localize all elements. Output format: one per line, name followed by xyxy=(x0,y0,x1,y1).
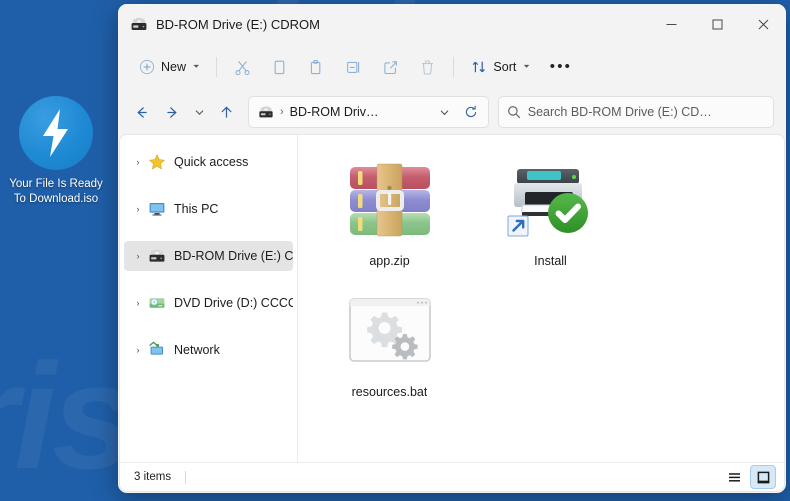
sort-button-label: Sort xyxy=(493,60,517,74)
command-toolbar: New ⏷ Sort ⏷ ••• xyxy=(118,44,786,90)
new-button-label: New xyxy=(161,60,187,74)
share-button[interactable] xyxy=(373,51,408,83)
recent-locations-button[interactable] xyxy=(188,97,210,127)
file-item-app-zip[interactable]: app.zip xyxy=(312,149,467,274)
back-button[interactable] xyxy=(126,97,156,127)
copy-icon xyxy=(275,60,285,74)
details-view-button[interactable] xyxy=(721,465,747,489)
rename-icon xyxy=(347,61,360,73)
desktop: risk.com risk.com risk.com Your File Is … xyxy=(0,0,790,501)
file-explorer-window: BD-ROM Drive (E:) CDROM New ⏷ Sort ⏷ •••… xyxy=(118,4,786,493)
share-icon xyxy=(384,60,398,74)
desktop-icon-iso-file[interactable]: Your File Is Ready To Download.iso xyxy=(6,96,106,207)
file-item-install[interactable]: Install xyxy=(473,149,628,274)
trash-icon xyxy=(422,59,434,75)
bd-rom-drive-icon xyxy=(149,249,165,262)
sort-arrows-icon xyxy=(473,61,486,73)
sidebar-item-label: This PC xyxy=(174,202,219,216)
address-bar[interactable]: › BD-ROM Driv… xyxy=(248,96,489,128)
window-body: › Quick access › This PC › BD-ROM Drive … xyxy=(119,134,785,462)
window-title: BD-ROM Drive (E:) CDROM xyxy=(156,16,320,32)
file-list-pane[interactable]: app.zip Install resources.bat xyxy=(298,135,784,462)
lightning-bolt-icon xyxy=(19,96,93,170)
paste-button[interactable] xyxy=(299,51,334,83)
file-item-label: app.zip xyxy=(369,254,410,268)
printer-shortcut-verified-icon xyxy=(503,157,599,247)
toolbar-divider-2 xyxy=(453,57,455,77)
sidebar-item-quick-access[interactable]: › Quick access xyxy=(124,147,293,177)
close-button[interactable] xyxy=(740,4,786,44)
chevron-down-icon: ⏷ xyxy=(193,62,200,71)
sidebar-item-bd-rom-drive[interactable]: › BD-ROM Drive (E:) C xyxy=(124,241,293,271)
navigation-pane: › Quick access › This PC › BD-ROM Drive … xyxy=(120,135,298,462)
chevron-right-icon: › xyxy=(136,298,140,308)
chevron-right-icon: › xyxy=(136,345,140,355)
item-count-label: 3 items xyxy=(134,471,172,483)
desktop-icon-label: Your File Is Ready To Download.iso xyxy=(9,178,103,205)
chevron-right-icon: › xyxy=(136,251,140,261)
address-bar-row: › BD-ROM Driv… Search BD-ROM Drive (E:) … xyxy=(118,90,786,134)
file-grid: app.zip Install resources.bat xyxy=(312,149,784,405)
sidebar-item-label: Quick access xyxy=(174,155,249,169)
sidebar-item-label: BD-ROM Drive (E:) C xyxy=(174,249,293,263)
file-item-resources-bat[interactable]: resources.bat xyxy=(312,280,467,405)
search-placeholder: Search BD-ROM Drive (E:) CD… xyxy=(527,105,712,119)
chevron-right-icon: › xyxy=(136,157,140,167)
sidebar-item-label: DVD Drive (D:) CCCC xyxy=(174,296,293,310)
list-view-icon xyxy=(728,472,740,482)
copy-button[interactable] xyxy=(262,51,297,83)
see-more-button[interactable]: ••• xyxy=(541,51,581,83)
new-button[interactable]: New ⏷ xyxy=(130,51,208,83)
title-bar: BD-ROM Drive (E:) CDROM xyxy=(118,4,786,44)
network-icon xyxy=(149,341,163,355)
batch-script-gears-icon xyxy=(342,288,438,378)
status-bar: 3 items xyxy=(119,462,785,492)
sidebar-item-label: Network xyxy=(174,343,220,357)
bd-rom-drive-icon xyxy=(259,106,273,118)
dvd-drive-icon xyxy=(149,298,165,308)
breadcrumb-separator: › xyxy=(280,106,284,118)
refresh-button[interactable] xyxy=(458,98,484,126)
maximize-button[interactable] xyxy=(694,4,740,44)
bd-rom-drive-icon xyxy=(131,17,147,30)
ellipsis-icon: ••• xyxy=(549,58,573,75)
scissors-icon xyxy=(235,60,250,75)
forward-button[interactable] xyxy=(157,97,187,127)
address-dropdown-button[interactable] xyxy=(432,98,458,126)
file-item-label: resources.bat xyxy=(351,385,428,399)
search-icon xyxy=(507,106,520,119)
sidebar-item-dvd-drive[interactable]: › DVD Drive (D:) CCCC xyxy=(124,288,294,318)
paste-icon xyxy=(311,59,321,74)
monitor-icon xyxy=(149,203,165,216)
chevron-down-icon: ⏷ xyxy=(523,62,530,71)
sidebar-item-this-pc[interactable]: › This PC xyxy=(124,194,293,224)
rename-button[interactable] xyxy=(336,51,371,83)
chevron-right-icon: › xyxy=(136,204,140,214)
toolbar-divider xyxy=(216,57,218,77)
sidebar-item-network[interactable]: › Network xyxy=(124,335,293,365)
breadcrumb-path: BD-ROM Driv… xyxy=(289,105,379,119)
winrar-archive-icon xyxy=(342,157,438,247)
search-input[interactable]: Search BD-ROM Drive (E:) CD… xyxy=(497,96,775,128)
large-icons-view-button[interactable] xyxy=(750,465,776,489)
plus-circle-icon xyxy=(139,59,155,75)
up-button[interactable] xyxy=(211,97,241,127)
minimize-button[interactable] xyxy=(648,4,694,44)
sort-button[interactable]: Sort ⏷ xyxy=(462,51,538,83)
grid-view-icon xyxy=(757,471,769,483)
star-icon xyxy=(148,154,166,170)
status-divider xyxy=(185,470,187,484)
delete-button[interactable] xyxy=(410,51,445,83)
file-item-label: Install xyxy=(534,254,567,268)
cut-button[interactable] xyxy=(225,51,260,83)
